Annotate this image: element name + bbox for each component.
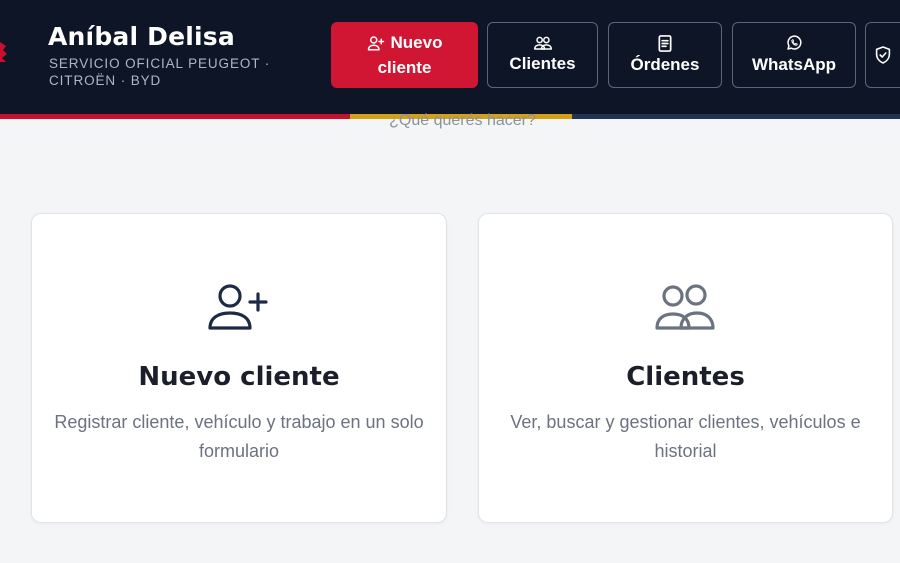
card-clientes-title: Clientes — [626, 362, 745, 392]
nuevo-cliente-label-line1: Nuevo — [390, 33, 443, 52]
clientes-button-label: Clientes — [509, 54, 576, 73]
card-clientes[interactable]: Clientes Ver, buscar y gestionar cliente… — [478, 213, 893, 523]
whatsapp-button[interactable]: WhatsApp — [732, 22, 856, 88]
top-header: Aníbal Delisa SERVICIO OFICIAL PEUGEOT ·… — [0, 0, 900, 114]
ordenes-button[interactable]: Órdenes — [608, 22, 722, 88]
shield-check-icon — [875, 46, 891, 64]
whatsapp-button-label: WhatsApp — [751, 55, 837, 74]
nuevo-cliente-label-line2: cliente — [377, 58, 432, 77]
brand-subtitle: SERVICIO OFICIAL PEUGEOT · CITROËN · BYD — [49, 56, 271, 88]
brand-title: Aníbal Delisa — [48, 22, 235, 51]
users-icon — [654, 284, 715, 330]
users-icon — [533, 36, 552, 50]
page-prompt: ¿Qué querés hacer? — [389, 112, 536, 129]
whatsapp-icon — [787, 35, 802, 50]
brand-logo-icon — [0, 42, 7, 62]
user-plus-icon — [208, 284, 268, 330]
ordenes-button-label: Órdenes — [630, 54, 700, 74]
clientes-button[interactable]: Clientes — [487, 22, 598, 88]
card-nuevo-cliente-title: Nuevo cliente — [138, 362, 340, 392]
card-nuevo-cliente-description: Registrar cliente, vehículo y trabajo en… — [54, 412, 424, 461]
card-nuevo-cliente[interactable]: Nuevo cliente Registrar cliente, vehícul… — [31, 213, 447, 523]
security-button[interactable] — [865, 22, 900, 88]
user-plus-icon — [367, 35, 384, 50]
card-clientes-description: Ver, buscar y gestionar clientes, vehícu… — [510, 412, 861, 461]
document-icon — [658, 34, 672, 52]
nuevo-cliente-button[interactable]: Nuevo cliente — [331, 22, 478, 88]
